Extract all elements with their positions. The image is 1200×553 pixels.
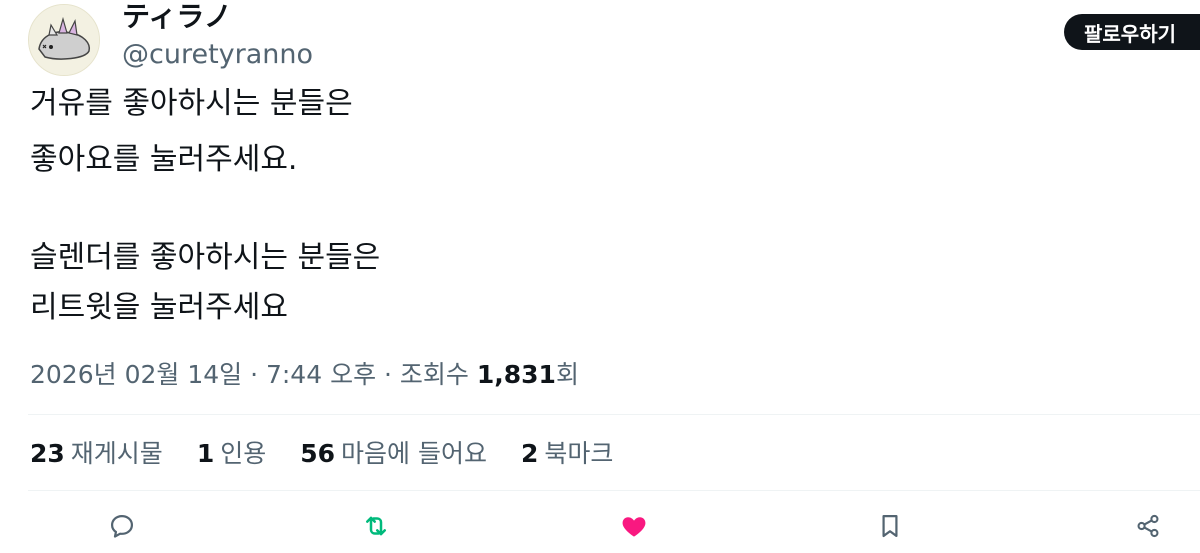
retweet-button[interactable] [356, 506, 396, 546]
divider [28, 414, 1200, 415]
bookmark-button[interactable] [870, 506, 910, 546]
like-button[interactable] [614, 506, 654, 546]
reply-icon [110, 514, 134, 538]
avatar-image [29, 5, 99, 75]
tweet-text-line: 슬렌더를 좋아하시는 분들은 [30, 240, 381, 275]
view-count: 1,831 [476, 360, 556, 389]
engagement-stats: 23 재게시물 1 인용 56 마음에 들어요 2 북마크 [30, 434, 647, 474]
heart-icon [622, 517, 646, 537]
quote-stat[interactable]: 1 인용 [197, 434, 266, 474]
avatar[interactable] [28, 4, 100, 76]
author-display-name[interactable]: ティラノ [122, 0, 232, 34]
like-stat[interactable]: 56 마음에 들어요 [300, 434, 487, 474]
tweet-text-line: 리트윗을 눌러주세요 [30, 290, 288, 325]
reply-button[interactable] [102, 506, 142, 546]
bookmark-stat[interactable]: 2 북마크 [521, 434, 613, 474]
bookmark-label: 북마크 [544, 439, 614, 468]
tweet-text-line: 거유를 좋아하시는 분들은 [30, 86, 353, 121]
share-button[interactable] [1128, 506, 1168, 546]
like-label: 마음에 들어요 [341, 439, 487, 468]
retweet-label: 재게시물 [70, 439, 163, 468]
share-icon [1137, 514, 1159, 538]
retweet-count: 23 [30, 439, 65, 468]
view-count-suffix: 회 [555, 360, 579, 389]
tweet-text-line: 좋아요를 눌러주세요. [30, 142, 298, 177]
divider [28, 490, 1200, 491]
follow-button[interactable]: 팔로우하기 [1064, 14, 1200, 50]
quote-label: 인용 [220, 439, 267, 468]
bookmark-icon [882, 514, 898, 538]
like-count: 56 [300, 439, 336, 468]
retweet-icon [366, 516, 386, 536]
retweet-stat[interactable]: 23 재게시물 [30, 434, 163, 474]
bookmark-count: 2 [520, 439, 539, 468]
quote-count: 1 [196, 439, 215, 468]
tweet-datetime[interactable]: 2026년 02월 14일 · 7:44 오후 · 조회수 [30, 360, 477, 389]
author-handle[interactable]: @curetyranno [122, 38, 313, 72]
tweet-meta: 2026년 02월 14일 · 7:44 오후 · 조회수 1,831회 [30, 357, 579, 393]
